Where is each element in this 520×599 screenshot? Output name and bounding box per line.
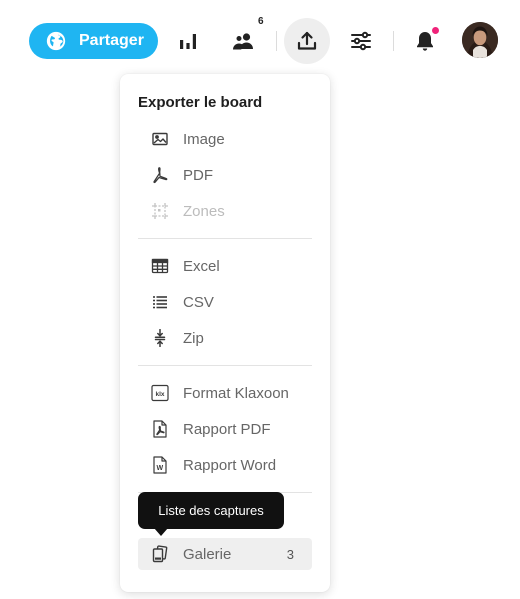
export-pdf-report-item[interactable]: Rapport PDF <box>138 413 312 445</box>
users-icon <box>233 33 253 50</box>
gallery-count: 3 <box>286 546 294 562</box>
export-pdf-item[interactable]: PDF <box>138 159 312 191</box>
pdf-icon <box>151 166 169 184</box>
zones-icon <box>151 202 169 220</box>
stats-button[interactable] <box>165 18 211 64</box>
toolbar-divider <box>276 31 277 51</box>
image-icon <box>151 130 169 148</box>
export-excel-item[interactable]: Excel <box>138 250 312 282</box>
export-klaxoon-format-item[interactable]: klx Format Klaxoon <box>138 377 312 409</box>
zip-icon <box>151 329 169 347</box>
notification-dot <box>432 27 439 34</box>
gallery-label: Galerie <box>183 545 232 563</box>
klx-icon: klx <box>151 384 169 402</box>
svg-text:W: W <box>156 465 163 472</box>
gallery-item[interactable]: Galerie 3 <box>138 538 312 570</box>
export-pdf-report-label: Rapport PDF <box>183 420 271 438</box>
tooltip-text: Liste des captures <box>158 503 264 518</box>
export-zip-label: Zip <box>183 329 204 347</box>
toolbar-divider <box>393 31 394 51</box>
table-icon <box>151 257 169 275</box>
export-klaxoon-format-label: Format Klaxoon <box>183 384 289 402</box>
share-button-label: Partager <box>79 32 144 49</box>
bar-chart-icon <box>180 34 196 49</box>
word-file-icon: W <box>151 456 169 474</box>
share-button[interactable]: Partager <box>29 23 158 59</box>
svg-text:klx: klx <box>155 391 164 398</box>
top-toolbar: Partager 6 <box>0 0 520 80</box>
user-avatar[interactable] <box>462 22 498 58</box>
avatar-image <box>462 22 498 58</box>
members-count-badge: 6 <box>258 16 264 27</box>
gallery-tooltip: Liste des captures <box>138 492 284 529</box>
list-icon <box>151 293 169 311</box>
menu-divider <box>138 238 312 239</box>
globe-icon <box>46 31 66 51</box>
export-word-report-item[interactable]: W Rapport Word <box>138 449 312 481</box>
sliders-icon <box>351 31 371 51</box>
export-button[interactable] <box>284 18 330 64</box>
upload-icon <box>297 31 317 50</box>
menu-divider <box>138 365 312 366</box>
export-pdf-label: PDF <box>183 166 213 184</box>
settings-button[interactable] <box>338 18 384 64</box>
pdf-file-icon <box>151 420 169 438</box>
export-zones-label: Zones <box>183 202 225 220</box>
export-excel-label: Excel <box>183 257 220 275</box>
export-menu-title: Exporter le board <box>138 94 263 111</box>
export-csv-label: CSV <box>183 293 214 311</box>
export-zones-item: Zones <box>138 195 312 227</box>
export-image-label: Image <box>183 130 225 148</box>
gallery-icon <box>151 545 169 563</box>
notifications-button[interactable] <box>402 18 448 64</box>
export-word-report-label: Rapport Word <box>183 456 277 474</box>
tooltip-arrow <box>154 528 168 536</box>
export-zip-item[interactable]: Zip <box>138 322 312 354</box>
export-image-item[interactable]: Image <box>138 123 312 155</box>
export-csv-item[interactable]: CSV <box>138 286 312 318</box>
